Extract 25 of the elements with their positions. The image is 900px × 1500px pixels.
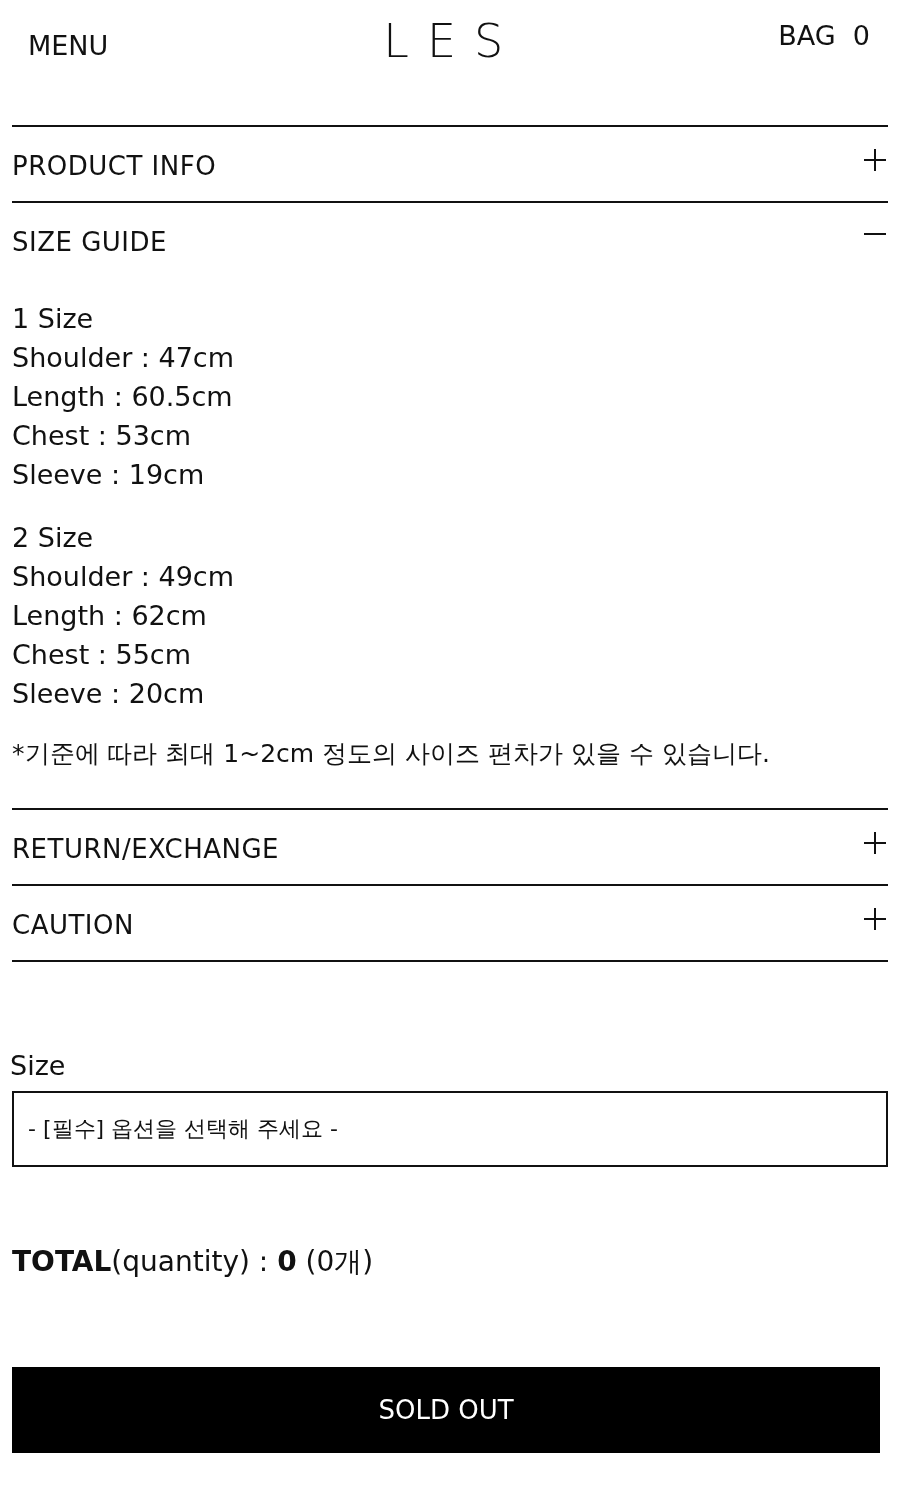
size-select[interactable]: - [필수] 옵션을 선택해 주세요 -	[12, 1091, 888, 1167]
sold-out-button[interactable]: SOLD OUT	[12, 1367, 880, 1453]
total-text: TOTAL(quantity) : 0 (0개)	[12, 1244, 375, 1280]
logo[interactable]: LES	[383, 14, 522, 68]
plus-icon[interactable]	[864, 908, 886, 930]
size-line: Chest : 55cm	[12, 638, 192, 672]
size-line: Sleeve : 20cm	[12, 677, 206, 711]
option-label: Size	[10, 1050, 66, 1081]
menu-link[interactable]: MENU	[28, 30, 109, 61]
plus-icon[interactable]	[864, 832, 886, 854]
size-line: Shoulder : 47cm	[12, 341, 235, 375]
size-note: *기준에 따라 최대 1~2cm 정도의 사이즈 편차가 있을 수 있습니다.	[12, 738, 771, 770]
size-line: Sleeve : 19cm	[12, 458, 206, 492]
size-line: Length : 62cm	[12, 599, 208, 633]
section-title[interactable]: SIZE GUIDE	[12, 227, 167, 257]
size-line: Chest : 53cm	[12, 419, 192, 453]
section-title[interactable]: PRODUCT INFO	[12, 151, 217, 181]
section-title[interactable]: CAUTION	[12, 910, 134, 940]
plus-icon[interactable]	[864, 149, 886, 171]
bag-link[interactable]: BAG 0	[778, 20, 870, 51]
size-line: 2 Size	[12, 521, 95, 555]
section-title[interactable]: RETURN/EXCHANGE	[12, 834, 280, 864]
size-line: Shoulder : 49cm	[12, 560, 235, 594]
size-line: 1 Size	[12, 302, 95, 336]
size-line: Length : 60.5cm	[12, 380, 234, 414]
